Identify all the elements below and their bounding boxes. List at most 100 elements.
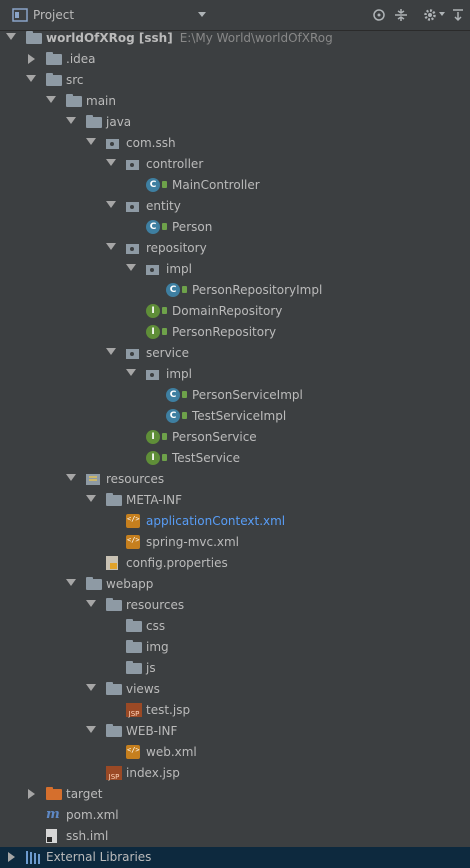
tree-item-label[interactable]: pom.xml bbox=[66, 808, 119, 822]
tree-item-label[interactable]: img bbox=[146, 640, 169, 654]
tree-item-label[interactable]: repository bbox=[146, 241, 207, 255]
expand-arrow-icon[interactable] bbox=[66, 117, 76, 124]
expand-arrow-icon[interactable] bbox=[86, 726, 96, 733]
expand-arrow-icon[interactable] bbox=[106, 348, 116, 355]
tree-row[interactable]: C PersonServiceImpl bbox=[0, 385, 470, 406]
tree-row[interactable]: C PersonRepositoryImpl bbox=[0, 280, 470, 301]
tree-item-label[interactable]: css bbox=[146, 619, 165, 633]
tree-item-label[interactable]: js bbox=[146, 661, 156, 675]
tree-item-label[interactable]: META-INF bbox=[126, 493, 182, 507]
tree-row[interactable]: java bbox=[0, 112, 470, 133]
expand-arrow-icon[interactable] bbox=[86, 495, 96, 502]
tree-row[interactable]: target bbox=[0, 784, 470, 805]
tree-item-label[interactable]: impl bbox=[166, 367, 192, 381]
tree-item-label[interactable]: TestServiceImpl bbox=[192, 409, 286, 423]
tree-row[interactable]: resources bbox=[0, 469, 470, 490]
tree-row[interactable]: External Libraries bbox=[0, 847, 470, 868]
tree-row[interactable]: worldOfXRog [ssh] E:\My World\worldOfXRog bbox=[0, 28, 470, 49]
tree-item-label[interactable]: controller bbox=[146, 157, 203, 171]
collapse-arrow-icon[interactable] bbox=[8, 852, 15, 862]
project-view-title[interactable]: Project bbox=[33, 8, 74, 22]
tree-row[interactable]: src bbox=[0, 70, 470, 91]
tree-row[interactable]: resources bbox=[0, 595, 470, 616]
tree-row[interactable]: JSP test.jsp bbox=[0, 700, 470, 721]
tree-row[interactable]: C Person bbox=[0, 217, 470, 238]
expand-arrow-icon[interactable] bbox=[86, 684, 96, 691]
tree-row[interactable]: js bbox=[0, 658, 470, 679]
expand-arrow-icon[interactable] bbox=[66, 579, 76, 586]
tree-row[interactable]: web.xml bbox=[0, 742, 470, 763]
tree-item-label[interactable]: MainController bbox=[172, 178, 260, 192]
tree-item-label[interactable]: service bbox=[146, 346, 189, 360]
tree-row[interactable]: impl bbox=[0, 259, 470, 280]
tree-item-label[interactable]: resources bbox=[106, 472, 164, 486]
tree-item-label[interactable]: test.jsp bbox=[146, 703, 190, 717]
tree-item-label[interactable]: spring-mvc.xml bbox=[146, 535, 239, 549]
tree-item-label[interactable]: applicationContext.xml bbox=[146, 514, 285, 528]
tree-row[interactable]: .idea bbox=[0, 49, 470, 70]
tree-item-label[interactable]: External Libraries bbox=[46, 850, 151, 864]
expand-arrow-icon[interactable] bbox=[66, 474, 76, 481]
tree-item-label[interactable]: .idea bbox=[66, 52, 96, 66]
tree-item-label[interactable]: PersonServiceImpl bbox=[192, 388, 303, 402]
tree-row[interactable]: m pom.xml bbox=[0, 805, 470, 826]
project-view-icon[interactable] bbox=[12, 8, 28, 22]
tree-item-label[interactable]: ssh.iml bbox=[66, 829, 108, 843]
tree-row[interactable]: repository bbox=[0, 238, 470, 259]
tree-item-label[interactable]: java bbox=[106, 115, 131, 129]
tree-row[interactable]: entity bbox=[0, 196, 470, 217]
tree-item-label[interactable]: target bbox=[66, 787, 103, 801]
expand-arrow-icon[interactable] bbox=[106, 243, 116, 250]
expand-arrow-icon[interactable] bbox=[126, 369, 136, 376]
tree-row[interactable]: applicationContext.xml bbox=[0, 511, 470, 532]
tree-item-label[interactable]: config.properties bbox=[126, 556, 228, 570]
expand-arrow-icon[interactable] bbox=[26, 75, 36, 82]
tree-item-label[interactable]: webapp bbox=[106, 577, 153, 591]
tree-row[interactable]: css bbox=[0, 616, 470, 637]
tree-row[interactable]: WEB-INF bbox=[0, 721, 470, 742]
tree-item-label[interactable]: resources bbox=[126, 598, 184, 612]
tree-item-label[interactable]: WEB-INF bbox=[126, 724, 177, 738]
tree-row[interactable]: main bbox=[0, 91, 470, 112]
tree-item-label[interactable]: main bbox=[86, 94, 116, 108]
expand-arrow-icon[interactable] bbox=[86, 138, 96, 145]
tree-row[interactable]: config.properties bbox=[0, 553, 470, 574]
tree-row[interactable]: ssh.iml bbox=[0, 826, 470, 847]
tree-row[interactable]: I PersonRepository bbox=[0, 322, 470, 343]
tree-item-label[interactable]: DomainRepository bbox=[172, 304, 282, 318]
tree-row[interactable]: I TestService bbox=[0, 448, 470, 469]
tree-item-label[interactable]: worldOfXRog [ssh] E:\My World\worldOfXRog bbox=[46, 31, 333, 45]
hide-panel-icon[interactable] bbox=[452, 8, 464, 22]
tree-row[interactable]: C TestServiceImpl bbox=[0, 406, 470, 427]
expand-arrow-icon[interactable] bbox=[86, 600, 96, 607]
tree-row[interactable]: img bbox=[0, 637, 470, 658]
tree-item-label[interactable]: web.xml bbox=[146, 745, 197, 759]
collapse-all-icon[interactable] bbox=[394, 8, 408, 22]
collapse-arrow-icon[interactable] bbox=[28, 789, 35, 799]
tree-item-label[interactable]: Person bbox=[172, 220, 212, 234]
gear-dropdown-icon[interactable] bbox=[439, 12, 445, 16]
expand-arrow-icon[interactable] bbox=[46, 96, 56, 103]
tree-row[interactable]: JSP index.jsp bbox=[0, 763, 470, 784]
tree-row[interactable]: controller bbox=[0, 154, 470, 175]
tree-row[interactable]: service bbox=[0, 343, 470, 364]
expand-arrow-icon[interactable] bbox=[126, 264, 136, 271]
expand-arrow-icon[interactable] bbox=[6, 33, 16, 40]
tree-item-label[interactable]: impl bbox=[166, 262, 192, 276]
gear-icon[interactable] bbox=[423, 8, 437, 22]
tree-row[interactable]: com.ssh bbox=[0, 133, 470, 154]
expand-arrow-icon[interactable] bbox=[106, 201, 116, 208]
tree-item-label[interactable]: entity bbox=[146, 199, 181, 213]
tree-item-label[interactable]: src bbox=[66, 73, 84, 87]
tree-row[interactable]: C MainController bbox=[0, 175, 470, 196]
tree-item-label[interactable]: PersonRepositoryImpl bbox=[192, 283, 322, 297]
tree-row[interactable]: impl bbox=[0, 364, 470, 385]
tree-item-label[interactable]: com.ssh bbox=[126, 136, 176, 150]
tree-row[interactable]: views bbox=[0, 679, 470, 700]
tree-row[interactable]: I DomainRepository bbox=[0, 301, 470, 322]
crosshair-locate-icon[interactable] bbox=[372, 8, 386, 22]
tree-row[interactable]: I PersonService bbox=[0, 427, 470, 448]
tree-item-label[interactable]: views bbox=[126, 682, 160, 696]
tree-row[interactable]: META-INF bbox=[0, 490, 470, 511]
tree-item-label[interactable]: PersonService bbox=[172, 430, 257, 444]
